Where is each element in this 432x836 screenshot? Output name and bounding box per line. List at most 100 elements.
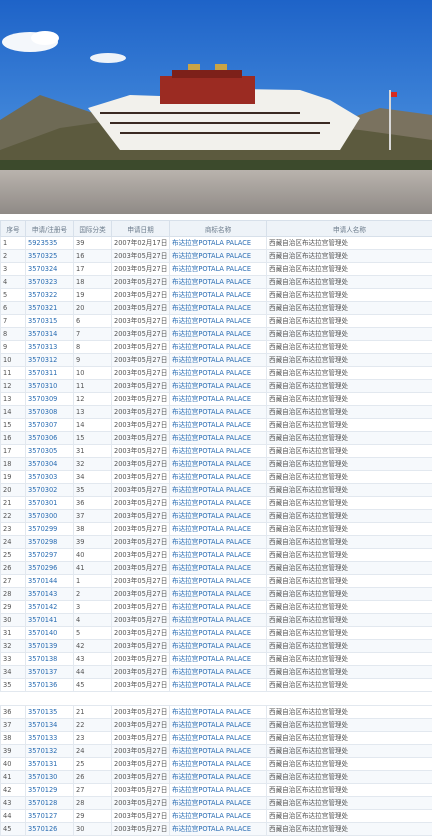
row-reg-no[interactable]: 3570309 (25, 392, 74, 406)
row-trademark[interactable]: 布达拉宫POTALA PALACE (169, 639, 267, 653)
row-reg-no[interactable]: 3570324 (25, 262, 74, 276)
row-reg-no[interactable]: 3570141 (25, 613, 74, 627)
row-trademark[interactable]: 布达拉宫POTALA PALACE (169, 405, 267, 419)
row-trademark[interactable]: 布达拉宫POTALA PALACE (169, 731, 267, 745)
row-reg-no[interactable]: 3570136 (25, 678, 74, 692)
row-reg-no[interactable]: 3570126 (25, 822, 74, 836)
row-reg-no[interactable]: 3570323 (25, 275, 74, 289)
row-trademark[interactable]: 布达拉宫POTALA PALACE (169, 705, 267, 719)
row-reg-no[interactable]: 3570307 (25, 418, 74, 432)
row-reg-no[interactable]: 3570305 (25, 444, 74, 458)
row-trademark[interactable]: 布达拉宫POTALA PALACE (169, 587, 267, 601)
row-trademark[interactable]: 布达拉宫POTALA PALACE (169, 327, 267, 341)
row-reg-no[interactable]: 3570138 (25, 652, 74, 666)
row-trademark[interactable]: 布达拉宫POTALA PALACE (169, 353, 267, 367)
row-applicant: 西藏自治区布达拉宫管理处 (266, 535, 432, 549)
row-trademark[interactable]: 布达拉宫POTALA PALACE (169, 392, 267, 406)
row-trademark[interactable]: 布达拉宫POTALA PALACE (169, 522, 267, 536)
row-trademark[interactable]: 布达拉宫POTALA PALACE (169, 366, 267, 380)
row-trademark[interactable]: 布达拉宫POTALA PALACE (169, 770, 267, 784)
row-reg-no[interactable]: 3570134 (25, 718, 74, 732)
row-trademark[interactable]: 布达拉宫POTALA PALACE (169, 613, 267, 627)
row-reg-no[interactable]: 3570129 (25, 783, 74, 797)
row-class: 23 (73, 731, 112, 745)
row-reg-no[interactable]: 3570303 (25, 470, 74, 484)
row-reg-no[interactable]: 3570315 (25, 314, 74, 328)
row-trademark[interactable]: 布达拉宫POTALA PALACE (169, 275, 267, 289)
row-reg-no[interactable]: 3570321 (25, 301, 74, 315)
row-reg-no[interactable]: 3570313 (25, 340, 74, 354)
row-trademark[interactable]: 布达拉宫POTALA PALACE (169, 457, 267, 471)
row-class: 45 (73, 678, 112, 692)
row-trademark[interactable]: 布达拉宫POTALA PALACE (169, 249, 267, 263)
row-reg-no[interactable]: 3570299 (25, 522, 74, 536)
row-index: 11 (0, 366, 26, 380)
row-reg-no[interactable]: 3570139 (25, 639, 74, 653)
row-reg-no[interactable]: 3570300 (25, 509, 74, 523)
row-trademark[interactable]: 布达拉宫POTALA PALACE (169, 626, 267, 640)
row-applicant: 西藏自治区布达拉宫管理处 (266, 626, 432, 640)
row-trademark[interactable]: 布达拉宫POTALA PALACE (169, 574, 267, 588)
row-trademark[interactable]: 布达拉宫POTALA PALACE (169, 444, 267, 458)
row-trademark[interactable]: 布达拉宫POTALA PALACE (169, 796, 267, 810)
row-trademark[interactable]: 布达拉宫POTALA PALACE (169, 496, 267, 510)
row-trademark[interactable]: 布达拉宫POTALA PALACE (169, 262, 267, 276)
row-trademark[interactable]: 布达拉宫POTALA PALACE (169, 783, 267, 797)
row-reg-no[interactable]: 3570297 (25, 548, 74, 562)
row-trademark[interactable]: 布达拉宫POTALA PALACE (169, 678, 267, 692)
row-trademark[interactable]: 布达拉宫POTALA PALACE (169, 288, 267, 302)
row-index: 36 (0, 705, 26, 719)
row-reg-no[interactable]: 3570140 (25, 626, 74, 640)
row-reg-no[interactable]: 3570311 (25, 366, 74, 380)
row-class: 20 (73, 301, 112, 315)
row-reg-no[interactable]: 3570312 (25, 353, 74, 367)
row-trademark[interactable]: 布达拉宫POTALA PALACE (169, 340, 267, 354)
row-trademark[interactable]: 布达拉宫POTALA PALACE (169, 757, 267, 771)
row-reg-no[interactable]: 3570314 (25, 327, 74, 341)
row-trademark[interactable]: 布达拉宫POTALA PALACE (169, 652, 267, 666)
row-trademark[interactable]: 布达拉宫POTALA PALACE (169, 379, 267, 393)
row-reg-no[interactable]: 3570308 (25, 405, 74, 419)
row-trademark[interactable]: 布达拉宫POTALA PALACE (169, 236, 267, 250)
row-trademark[interactable]: 布达拉宫POTALA PALACE (169, 822, 267, 836)
row-trademark[interactable]: 布达拉宫POTALA PALACE (169, 509, 267, 523)
row-reg-no[interactable]: 3570143 (25, 587, 74, 601)
row-reg-no[interactable]: 5923535 (25, 236, 74, 250)
row-trademark[interactable]: 布达拉宫POTALA PALACE (169, 561, 267, 575)
row-reg-no[interactable]: 3570127 (25, 809, 74, 823)
row-reg-no[interactable]: 3570137 (25, 665, 74, 679)
row-reg-no[interactable]: 3570130 (25, 770, 74, 784)
row-trademark[interactable]: 布达拉宫POTALA PALACE (169, 665, 267, 679)
row-reg-no[interactable]: 3570322 (25, 288, 74, 302)
row-trademark[interactable]: 布达拉宫POTALA PALACE (169, 314, 267, 328)
row-reg-no[interactable]: 3570132 (25, 744, 74, 758)
row-reg-no[interactable]: 3570298 (25, 535, 74, 549)
row-trademark[interactable]: 布达拉宫POTALA PALACE (169, 744, 267, 758)
row-trademark[interactable]: 布达拉宫POTALA PALACE (169, 483, 267, 497)
row-trademark[interactable]: 布达拉宫POTALA PALACE (169, 301, 267, 315)
row-reg-no[interactable]: 3570306 (25, 431, 74, 445)
row-reg-no[interactable]: 3570142 (25, 600, 74, 614)
row-trademark[interactable]: 布达拉宫POTALA PALACE (169, 718, 267, 732)
row-trademark[interactable]: 布达拉宫POTALA PALACE (169, 600, 267, 614)
row-reg-no[interactable]: 3570301 (25, 496, 74, 510)
row-trademark[interactable]: 布达拉宫POTALA PALACE (169, 418, 267, 432)
row-reg-no[interactable]: 3570133 (25, 731, 74, 745)
row-reg-no[interactable]: 3570325 (25, 249, 74, 263)
row-trademark[interactable]: 布达拉宫POTALA PALACE (169, 809, 267, 823)
row-index: 20 (0, 483, 26, 497)
row-trademark[interactable]: 布达拉宫POTALA PALACE (169, 548, 267, 562)
row-reg-no[interactable]: 3570135 (25, 705, 74, 719)
row-trademark[interactable]: 布达拉宫POTALA PALACE (169, 470, 267, 484)
row-class: 12 (73, 392, 112, 406)
row-class: 2 (73, 587, 112, 601)
row-trademark[interactable]: 布达拉宫POTALA PALACE (169, 431, 267, 445)
row-reg-no[interactable]: 3570131 (25, 757, 74, 771)
row-reg-no[interactable]: 3570144 (25, 574, 74, 588)
row-reg-no[interactable]: 3570302 (25, 483, 74, 497)
row-reg-no[interactable]: 3570310 (25, 379, 74, 393)
row-reg-no[interactable]: 3570296 (25, 561, 74, 575)
row-trademark[interactable]: 布达拉宫POTALA PALACE (169, 535, 267, 549)
row-reg-no[interactable]: 3570304 (25, 457, 74, 471)
row-reg-no[interactable]: 3570128 (25, 796, 74, 810)
